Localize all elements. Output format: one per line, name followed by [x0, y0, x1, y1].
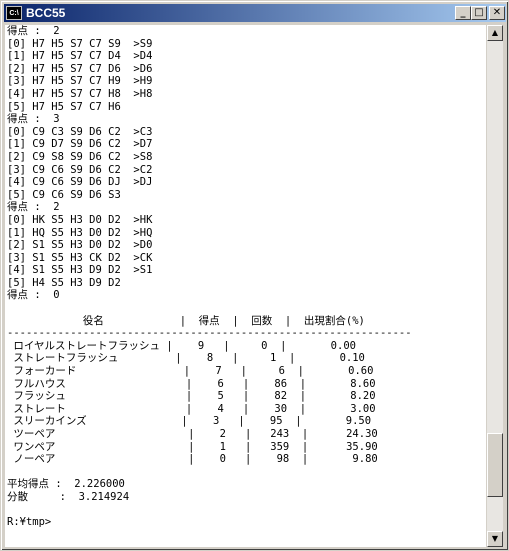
vertical-scrollbar[interactable]: ▲ ▼ — [487, 25, 503, 547]
console-line: [0] C9 C3 S9 D6 C2 >C3 — [7, 125, 153, 138]
console-line: [4] C9 C6 S9 D6 DJ >DJ — [7, 176, 153, 189]
console-line: [1] H7 H5 S7 C7 D4 >D4 — [7, 50, 153, 63]
console-window: C:\ BCC55 _ □ ✕ 得点 : 2 [0] H7 H5 S7 C7 S… — [0, 0, 509, 551]
console-output[interactable]: 得点 : 2 [0] H7 H5 S7 C7 S9 >S9 [1] H7 H5 … — [5, 25, 486, 547]
window-title: BCC55 — [26, 6, 66, 20]
console-line: [5] C9 C6 S9 D6 S3 — [7, 188, 121, 201]
console-line: フルハウス | 6 | 86 | 8.60 — [7, 377, 376, 390]
close-button[interactable]: ✕ — [489, 6, 505, 20]
console-line: 得点 : 2 — [7, 201, 60, 214]
console-line: 平均得点 : 2.226000 — [7, 478, 125, 491]
console-line: [1] HQ S5 H3 D0 D2 >HQ — [7, 226, 153, 239]
console-line: [3] S1 S5 H3 CK D2 >CK — [7, 251, 153, 264]
console-line: [0] HK S5 H3 D0 D2 >HK — [7, 213, 153, 226]
console-line: [5] H7 H5 S7 C7 H6 — [7, 100, 121, 113]
console-line: 得点 : 0 — [7, 289, 60, 302]
minimize-button[interactable]: _ — [455, 6, 471, 20]
console-line: [0] H7 H5 S7 C7 S9 >S9 — [7, 37, 153, 50]
console-line: ノーペア | 0 | 98 | 9.80 — [7, 453, 378, 466]
console-line: R:¥tmp> — [7, 516, 52, 529]
console-line: [3] H7 H5 S7 C7 H9 >H9 — [7, 75, 153, 88]
console-line: フォーカード | 7 | 6 | 0.60 — [7, 365, 374, 378]
console-line: [4] H7 H5 S7 C7 H8 >H8 — [7, 87, 153, 100]
console-line: ロイヤルストレートフラッシュ | 9 | 0 | 0.00 — [7, 339, 356, 352]
console-app-icon[interactable]: C:\ — [6, 6, 22, 20]
scroll-thumb[interactable] — [487, 433, 503, 497]
console-line: [3] C9 C6 S9 D6 C2 >C2 — [7, 163, 153, 176]
scroll-up-button[interactable]: ▲ — [487, 25, 503, 41]
console-line: ストレート | 4 | 30 | 3.00 — [7, 402, 376, 415]
console-line: ワンペア | 1 | 359 | 35.90 — [7, 440, 378, 453]
console-line: ストレートフラッシュ | 8 | 1 | 0.10 — [7, 352, 365, 365]
console-line: [1] C9 D7 S9 D6 C2 >D7 — [7, 138, 153, 151]
console-line: 得点 : 3 — [7, 113, 60, 126]
console-text: 得点 : 2 [0] H7 H5 S7 C7 S9 >S9 [1] H7 H5 … — [5, 25, 486, 529]
console-line: [2] S1 S5 H3 D0 D2 >D0 — [7, 239, 153, 252]
console-line: [4] S1 S5 H3 D9 D2 >S1 — [7, 264, 153, 277]
console-line: [2] H7 H5 S7 C7 D6 >D6 — [7, 62, 153, 75]
maximize-button[interactable]: □ — [471, 6, 487, 20]
scroll-down-button[interactable]: ▼ — [487, 531, 503, 547]
console-line: [5] H4 S5 H3 D9 D2 — [7, 276, 121, 289]
console-line: スリーカインズ | 3 | 95 | 9.50 — [7, 415, 372, 428]
title-bar[interactable]: C:\ BCC55 _ □ ✕ — [4, 4, 506, 22]
console-line: ----------------------------------------… — [7, 327, 412, 340]
console-line: ツーペア | 2 | 243 | 24.30 — [7, 428, 378, 440]
console-line: 分散 : 3.214924 — [7, 490, 130, 503]
console-line: 得点 : 2 — [7, 25, 60, 37]
console-line: [2] C9 S8 S9 D6 C2 >S8 — [7, 150, 153, 163]
console-line: フラッシュ | 5 | 82 | 8.20 — [7, 390, 376, 403]
console-line: 役名 | 得点 | 回数 | 出現割合(%) — [7, 314, 365, 327]
